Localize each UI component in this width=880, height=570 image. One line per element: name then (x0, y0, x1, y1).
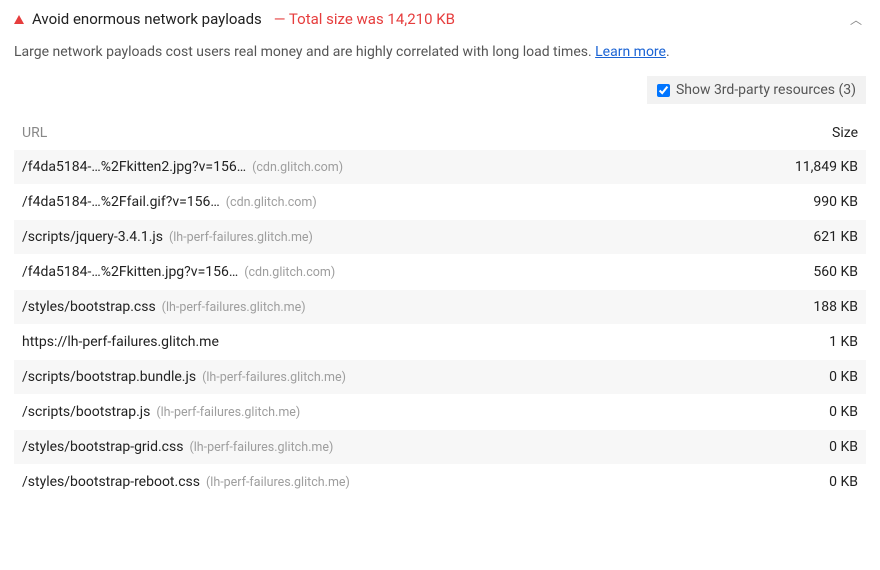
audit-panel: Avoid enormous network payloads — Total … (0, 0, 880, 514)
learn-more-link[interactable]: Learn more (595, 44, 666, 60)
table-row: /scripts/jquery-3.4.1.js (lh-perf-failure… (14, 220, 866, 255)
url-path[interactable]: /styles/bootstrap.css (22, 299, 156, 315)
audit-subtitle: — Total size was 14,210 KB (274, 10, 455, 28)
url-host: (cdn.glitch.com) (226, 195, 317, 210)
size-cell: 11,849 KB (768, 159, 858, 175)
table-row: /f4da5184-…%2Ffail.gif?v=156… (cdn.glitch… (14, 185, 866, 220)
url-path[interactable]: /styles/bootstrap-reboot.css (22, 474, 200, 490)
table-row: /styles/bootstrap-reboot.css (lh-perf-fai… (14, 465, 866, 500)
toggle-row: Show 3rd-party resources (3) (14, 76, 866, 104)
url-path[interactable]: /f4da5184-…%2Fkitten.jpg?v=156… (22, 264, 238, 280)
url-path[interactable]: /scripts/bootstrap.bundle.js (22, 369, 196, 385)
table-row: /scripts/bootstrap.bundle.js (lh-perf-fai… (14, 360, 866, 395)
url-cell: /f4da5184-…%2Fkitten2.jpg?v=156… (cdn.gli… (22, 159, 768, 175)
size-cell: 621 KB (768, 229, 858, 245)
warning-triangle-icon (14, 15, 24, 24)
url-cell: /styles/bootstrap-reboot.css (lh-perf-fai… (22, 474, 768, 490)
url-host: (lh-perf-failures.glitch.me) (189, 440, 333, 455)
description-period: . (666, 44, 670, 60)
third-party-toggle[interactable]: Show 3rd-party resources (3) (647, 76, 866, 104)
description-text: Large network payloads cost users real m… (14, 44, 595, 60)
payload-table: URL Size /f4da5184-…%2Fkitten2.jpg?v=156… (14, 116, 866, 500)
url-host: (lh-perf-failures.glitch.me) (162, 300, 306, 315)
chevron-up-icon: ︿ (850, 11, 866, 28)
url-cell: /scripts/bootstrap.js (lh-perf-failures.g… (22, 404, 768, 420)
third-party-checkbox[interactable] (657, 84, 670, 97)
size-cell: 0 KB (768, 404, 858, 420)
size-cell: 0 KB (768, 369, 858, 385)
table-row: /styles/bootstrap-grid.css (lh-perf-failu… (14, 430, 866, 465)
url-cell: /styles/bootstrap.css (lh-perf-failures.g… (22, 299, 768, 315)
audit-title: Avoid enormous network payloads (32, 10, 262, 28)
url-cell: /scripts/jquery-3.4.1.js (lh-perf-failure… (22, 229, 768, 245)
url-host: (cdn.glitch.com) (252, 160, 343, 175)
url-host: (lh-perf-failures.glitch.me) (156, 405, 300, 420)
url-host: (lh-perf-failures.glitch.me) (169, 230, 313, 245)
url-path[interactable]: /scripts/bootstrap.js (22, 404, 150, 420)
url-cell: /f4da5184-…%2Ffail.gif?v=156… (cdn.glitch… (22, 194, 768, 210)
table-row: /styles/bootstrap.css (lh-perf-failures.g… (14, 290, 866, 325)
url-cell: /f4da5184-…%2Fkitten.jpg?v=156… (cdn.glit… (22, 264, 768, 280)
url-path[interactable]: https://lh-perf-failures.glitch.me (22, 334, 219, 350)
column-url-header: URL (22, 125, 768, 141)
url-path[interactable]: /styles/bootstrap-grid.css (22, 439, 183, 455)
url-host: (lh-perf-failures.glitch.me) (206, 475, 350, 490)
column-size-header: Size (768, 125, 858, 141)
size-cell: 1 KB (768, 334, 858, 350)
size-cell: 188 KB (768, 299, 858, 315)
url-path[interactable]: /f4da5184-…%2Fkitten2.jpg?v=156… (22, 159, 246, 175)
table-row: https://lh-perf-failures.glitch.me 1 KB (14, 325, 866, 360)
url-cell: /scripts/bootstrap.bundle.js (lh-perf-fai… (22, 369, 768, 385)
size-cell: 990 KB (768, 194, 858, 210)
size-cell: 560 KB (768, 264, 858, 280)
url-path[interactable]: /scripts/jquery-3.4.1.js (22, 229, 163, 245)
url-host: (lh-perf-failures.glitch.me) (202, 370, 346, 385)
url-host: (cdn.glitch.com) (244, 265, 335, 280)
url-path[interactable]: /f4da5184-…%2Ffail.gif?v=156… (22, 194, 220, 210)
url-cell: https://lh-perf-failures.glitch.me (22, 334, 768, 350)
audit-header[interactable]: Avoid enormous network payloads — Total … (14, 10, 866, 28)
audit-description: Large network payloads cost users real m… (14, 42, 866, 62)
size-cell: 0 KB (768, 474, 858, 490)
url-cell: /styles/bootstrap-grid.css (lh-perf-failu… (22, 439, 768, 455)
table-row: /scripts/bootstrap.js (lh-perf-failures.g… (14, 395, 866, 430)
table-row: /f4da5184-…%2Fkitten2.jpg?v=156… (cdn.gli… (14, 150, 866, 185)
third-party-label: Show 3rd-party resources (3) (676, 82, 856, 98)
size-cell: 0 KB (768, 439, 858, 455)
table-header: URL Size (14, 116, 866, 150)
table-row: /f4da5184-…%2Fkitten.jpg?v=156… (cdn.glit… (14, 255, 866, 290)
